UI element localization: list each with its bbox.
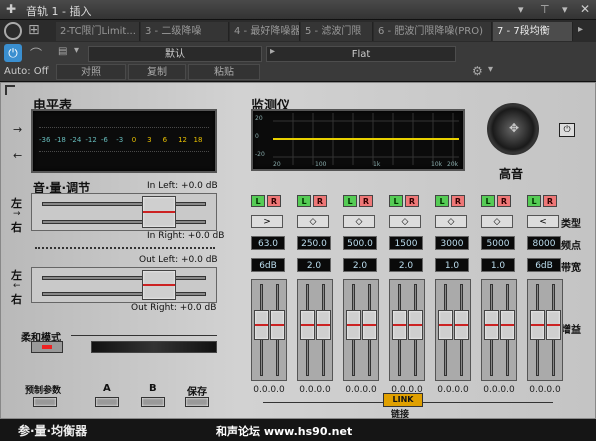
band-frequency[interactable]: 5000 [481, 236, 515, 250]
band-bandwidth[interactable]: 6dB [251, 258, 285, 272]
band-gain-knob-left[interactable] [438, 310, 453, 340]
band-type-button[interactable]: ◇ [481, 215, 513, 228]
band-gain-knob-left[interactable] [530, 310, 545, 340]
band-right-toggle[interactable]: R [405, 195, 419, 207]
band-bandwidth[interactable]: 6dB [527, 258, 561, 272]
title-bar: ✚ 音轨 1 - 插入 ▾ ⊤ ▾ ✕ [0, 0, 596, 20]
band-type-button[interactable]: ◇ [435, 215, 467, 228]
band-right-toggle[interactable]: R [451, 195, 465, 207]
band-bandwidth[interactable]: 2.0 [343, 258, 377, 272]
plugin-footer: 参·量·均衡器 和声论坛 www.hs90.net [0, 419, 596, 441]
band-frequency[interactable]: 250.0 [297, 236, 331, 250]
copy-button[interactable]: 复制 [128, 64, 186, 80]
compare-button[interactable]: 对照 [56, 64, 126, 80]
tab-tc-limiter[interactable]: 2-TC限门Limit... [56, 22, 140, 41]
pin-icon[interactable]: ⊤ [540, 3, 550, 16]
band-gain-knob-left[interactable] [346, 310, 361, 340]
band-frequency[interactable]: 1500 [389, 236, 423, 250]
band-type-button[interactable]: ◇ [297, 215, 329, 228]
automation-icon[interactable]: ⌒ [30, 45, 42, 62]
tabs-menu-icon[interactable]: ▸ [578, 24, 583, 35]
band-gain-fader [527, 279, 563, 381]
band-right-toggle[interactable]: R [543, 195, 557, 207]
tab-gate-denoise-pro[interactable]: 6 - 肥波门限降噪(PRO) [374, 22, 492, 41]
band-gain-fader [389, 279, 425, 381]
band-bandwidth[interactable]: 1.0 [435, 258, 469, 272]
band-right-toggle[interactable]: R [267, 195, 281, 207]
watermark: 和声论坛 www.hs90.net [216, 425, 353, 438]
band-type-button[interactable]: ◇ [343, 215, 375, 228]
band-gain-knob-right[interactable] [454, 310, 469, 340]
band-gain-knob-right[interactable] [270, 310, 285, 340]
tab-bar: ⊞ 2-TC限门Limit... 3 - 二级降噪 4 - 最好降噪器 5 - … [0, 20, 596, 42]
band-left-toggle[interactable]: L [297, 195, 311, 207]
power-icon[interactable] [4, 22, 22, 40]
paste-button[interactable]: 粘贴 [188, 64, 260, 80]
sub-preset-select[interactable]: Flat [266, 46, 456, 62]
band-gain-knob-left[interactable] [254, 310, 269, 340]
band-gain-knob-right[interactable] [500, 310, 515, 340]
band-frequency[interactable]: 3000 [435, 236, 469, 250]
band-gain-knob-left[interactable] [392, 310, 407, 340]
band-gain-knob-right[interactable] [408, 310, 423, 340]
band-gain-knob-left[interactable] [300, 310, 315, 340]
band-gain-fader [251, 279, 287, 381]
band-left-toggle[interactable]: L [251, 195, 265, 207]
band-type-button[interactable]: > [251, 215, 283, 228]
automation-status[interactable]: Auto: Off [4, 66, 49, 77]
band-gain-knob-right[interactable] [546, 310, 561, 340]
close-icon[interactable]: ✕ [580, 2, 590, 16]
preset-select[interactable]: 默认 [88, 46, 262, 62]
band-gain-fader [343, 279, 379, 381]
band-frequency[interactable]: 8000 [527, 236, 561, 250]
band-left-toggle[interactable]: L [481, 195, 495, 207]
band-type-button[interactable]: ◇ [389, 215, 421, 228]
band-gain-knob-left[interactable] [484, 310, 499, 340]
band-left-toggle[interactable]: L [435, 195, 449, 207]
chevron-down-icon[interactable]: ▾ [518, 3, 524, 16]
band-bandwidth[interactable]: 2.0 [389, 258, 423, 272]
window-title: 音轨 1 - 插入 [26, 5, 92, 18]
band-gain-knob-right[interactable] [316, 310, 331, 340]
band-left-toggle[interactable]: L [343, 195, 357, 207]
band-gain-fader [481, 279, 517, 381]
gear-icon[interactable]: ⚙ [472, 64, 483, 78]
tab-filter-gate[interactable]: 5 - 滤波门限 [301, 22, 373, 41]
band-gain-knob-right[interactable] [362, 310, 377, 340]
band-left-toggle[interactable]: L [389, 195, 403, 207]
plugin-name: 参·量·均衡器 [18, 424, 88, 438]
band-frequency[interactable]: 63.0 [251, 236, 285, 250]
plugin-header: ⏻ ⌒ Auto: Off ▤ ▾ 默认 Flat ▸ 对照 复制 粘贴 ⚙ ▾ [0, 42, 596, 82]
band-bandwidth[interactable]: 1.0 [481, 258, 515, 272]
sub-preset-arrow-icon: ▸ [270, 46, 276, 57]
minimize-icon[interactable]: ▾ [562, 3, 568, 16]
band-right-toggle[interactable]: R [359, 195, 373, 207]
routing-icon[interactable]: ⊞ [28, 22, 40, 38]
preset-menu-icon[interactable]: ▾ [74, 45, 79, 56]
link-button[interactable]: LINK [383, 393, 423, 407]
band-right-toggle[interactable]: R [313, 195, 327, 207]
eq-bands: L R >63.0 6dB 0.0.0.0 L R ◇ 250.0 2.0 0.0.0.0 L R ◇ 50… [1, 83, 596, 420]
plus-icon[interactable]: ✚ [6, 2, 16, 16]
bypass-power-icon[interactable]: ⏻ [4, 44, 22, 62]
eq-plugin-panel: 电平表 -36 -18 -24 -12 -6 -3 0 3 6 12 18 → ← 监测仪 20 0… [0, 82, 596, 420]
band-gain-fader [435, 279, 471, 381]
band-left-toggle[interactable]: L [527, 195, 541, 207]
gear-menu-icon[interactable]: ▾ [488, 64, 493, 75]
band-type-button[interactable]: < [527, 215, 559, 228]
band-right-toggle[interactable]: R [497, 195, 511, 207]
band-frequency[interactable]: 500.0 [343, 236, 377, 250]
tab-7-band-eq[interactable]: 7 - 7段均衡 [493, 22, 573, 41]
tab-denoise-2[interactable]: 3 - 二级降噪 [141, 22, 229, 41]
tab-best-denoise[interactable]: 4 - 最好降噪器 [230, 22, 300, 41]
preset-file-icon[interactable]: ▤ [58, 46, 67, 57]
band-gain-fader [297, 279, 333, 381]
band-bandwidth[interactable]: 2.0 [297, 258, 331, 272]
